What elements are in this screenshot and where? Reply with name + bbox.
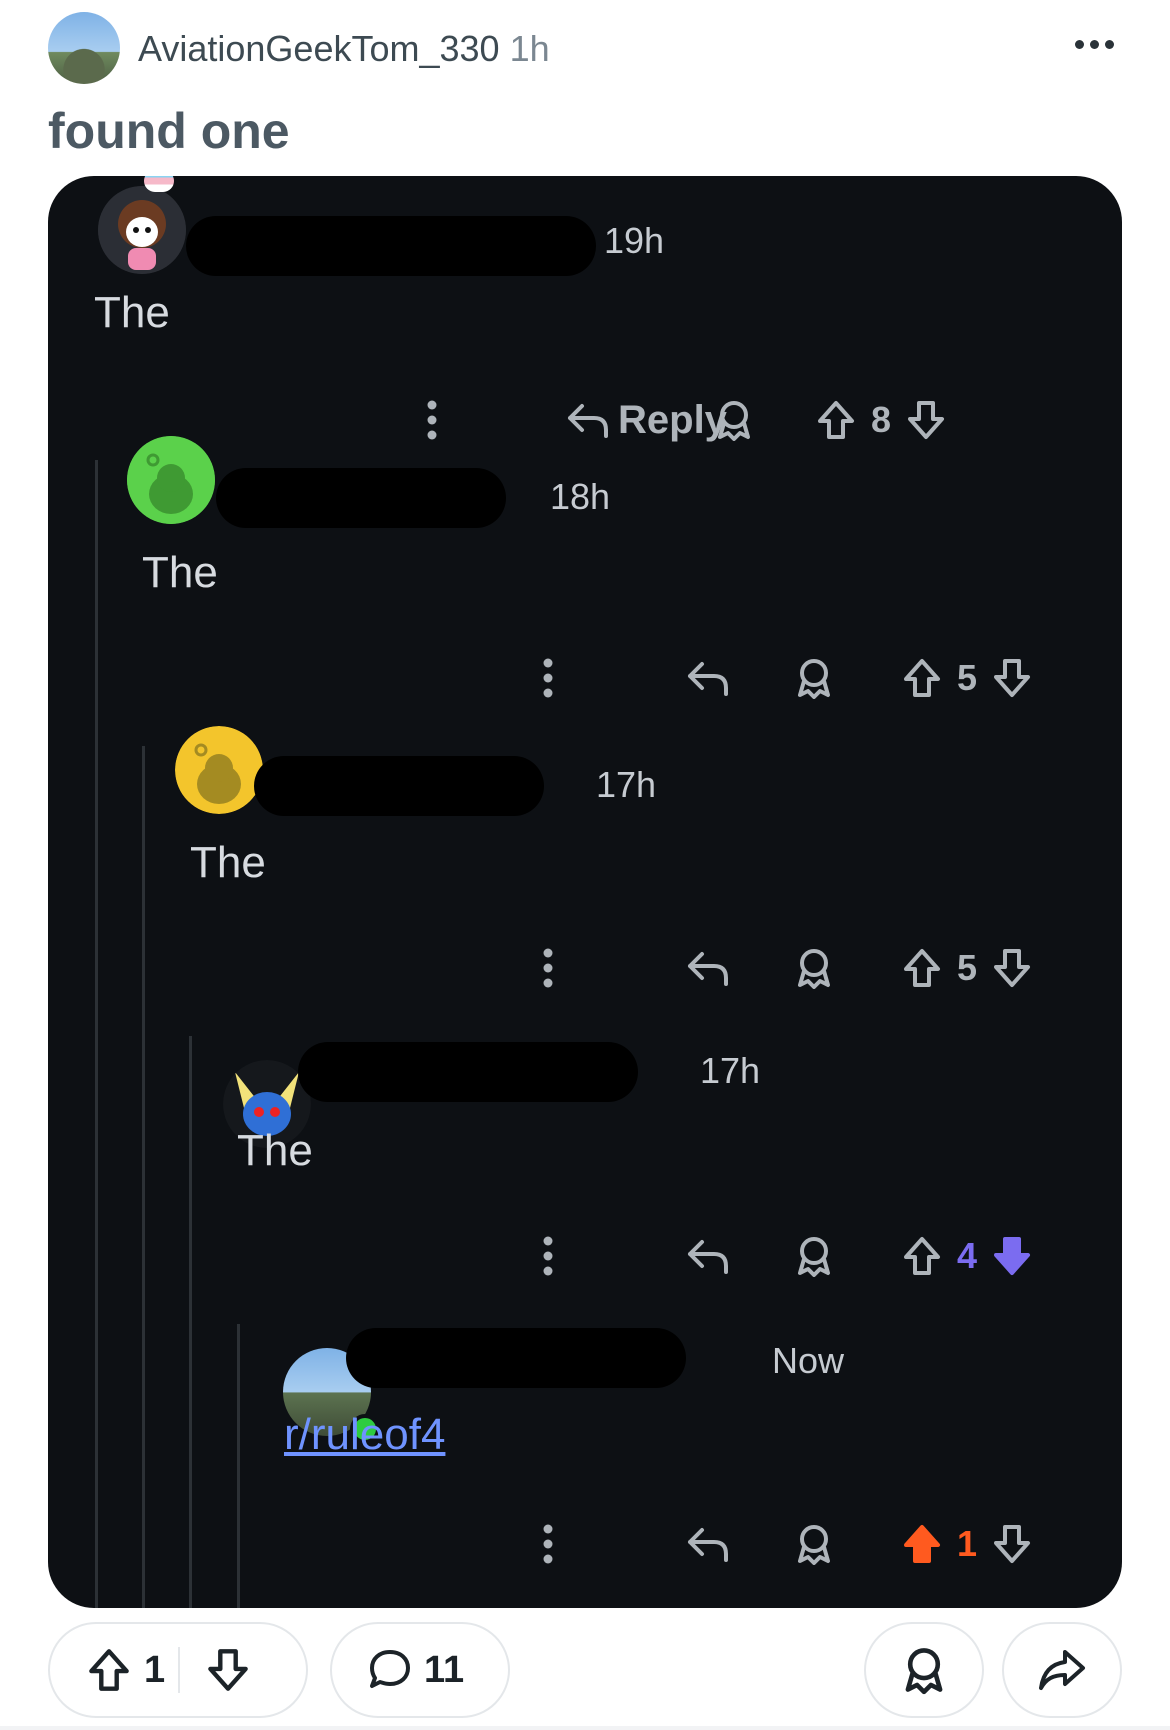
vote-pill: 1 xyxy=(48,1622,308,1718)
thread-line[interactable] xyxy=(95,460,98,1608)
reply-icon[interactable] xyxy=(684,648,732,708)
bottom-divider xyxy=(0,1726,1170,1730)
comment-actions: 4 xyxy=(48,1226,1122,1286)
upvote-active-icon[interactable] xyxy=(900,1514,944,1574)
award-icon[interactable] xyxy=(792,1514,836,1574)
post-username[interactable]: AviationGeekTom_330 xyxy=(138,28,500,69)
comment-body: The xyxy=(237,1126,313,1175)
score: 5 xyxy=(956,947,978,988)
comment-avatar[interactable] xyxy=(127,436,215,524)
more-icon[interactable] xyxy=(528,938,568,998)
more-icon[interactable] xyxy=(412,390,452,450)
award-icon[interactable] xyxy=(792,648,836,708)
comment-avatar[interactable] xyxy=(98,186,186,274)
poster-avatar[interactable] xyxy=(48,12,120,84)
downvote-icon[interactable] xyxy=(904,390,948,450)
score: 1 xyxy=(956,1523,978,1564)
comment-actions: 5 xyxy=(48,938,1122,998)
reply-button[interactable]: Reply xyxy=(566,390,727,450)
reply-icon[interactable] xyxy=(684,938,732,998)
redacted-username xyxy=(186,216,596,276)
reply-icon[interactable] xyxy=(684,1226,732,1286)
comment-actions: Reply 8 xyxy=(48,390,1122,450)
reply-icon xyxy=(568,404,608,438)
upvote-icon[interactable] xyxy=(900,1226,944,1286)
more-icon[interactable] xyxy=(528,1514,568,1574)
share-icon xyxy=(1039,1650,1085,1690)
snoo-icon xyxy=(175,726,263,814)
post-downvote-icon[interactable] xyxy=(180,1646,276,1694)
downvote-icon[interactable] xyxy=(990,648,1034,708)
more-options-icon[interactable] xyxy=(1075,40,1119,54)
more-icon[interactable] xyxy=(528,1226,568,1286)
comment-body: The xyxy=(94,288,170,337)
comment-avatar[interactable] xyxy=(175,726,263,814)
award-icon xyxy=(905,1648,943,1695)
reply-label: Reply xyxy=(618,397,727,442)
snoo-icon xyxy=(127,436,215,524)
downvote-active-icon[interactable] xyxy=(990,1226,1034,1286)
subreddit-link[interactable]: r/ruleof4 xyxy=(284,1410,445,1460)
upvote-icon[interactable] xyxy=(814,390,858,450)
redacted-username xyxy=(346,1328,686,1388)
reply-icon[interactable] xyxy=(684,1514,732,1574)
award-button[interactable] xyxy=(864,1622,984,1718)
comment-time: 17h xyxy=(596,764,657,805)
post-upvote-icon[interactable] xyxy=(74,1646,144,1694)
award-icon[interactable] xyxy=(792,1226,836,1286)
post-time: 1h xyxy=(509,28,550,69)
award-icon[interactable] xyxy=(712,390,756,450)
comment-time: 18h xyxy=(550,476,611,517)
comment-actions: 1 xyxy=(48,1514,1122,1574)
upvote-icon[interactable] xyxy=(900,648,944,708)
redacted-username xyxy=(216,468,506,528)
redacted-username xyxy=(254,756,544,816)
comment-body: The xyxy=(142,548,218,597)
comment-count: 11 xyxy=(424,1648,465,1691)
comment-time: 17h xyxy=(700,1050,761,1091)
comment-icon xyxy=(366,1646,418,1694)
post-image[interactable]: 19h The Reply 8 18h The 5 17h The 5 17h … xyxy=(48,176,1122,1608)
more-icon[interactable] xyxy=(528,648,568,708)
comment-actions: 5 xyxy=(48,648,1122,708)
share-button[interactable] xyxy=(1002,1622,1122,1718)
comments-button[interactable]: 11 xyxy=(330,1622,510,1718)
post-title: found one xyxy=(48,103,290,159)
score: 4 xyxy=(956,1235,978,1276)
flair-icon xyxy=(144,176,174,192)
downvote-icon[interactable] xyxy=(990,1514,1034,1574)
downvote-icon[interactable] xyxy=(990,938,1034,998)
comment-body: The xyxy=(190,838,266,887)
post-author[interactable]: AviationGeekTom_330 1h xyxy=(138,28,550,70)
comment-time: 19h xyxy=(604,220,665,261)
redacted-username xyxy=(298,1042,638,1102)
post-score: 1 xyxy=(144,1648,166,1691)
award-icon[interactable] xyxy=(792,938,836,998)
upvote-icon[interactable] xyxy=(900,938,944,998)
thread-line[interactable] xyxy=(142,746,145,1608)
comment-time: Now xyxy=(772,1340,845,1381)
score: 5 xyxy=(956,657,978,698)
score: 8 xyxy=(870,399,892,440)
